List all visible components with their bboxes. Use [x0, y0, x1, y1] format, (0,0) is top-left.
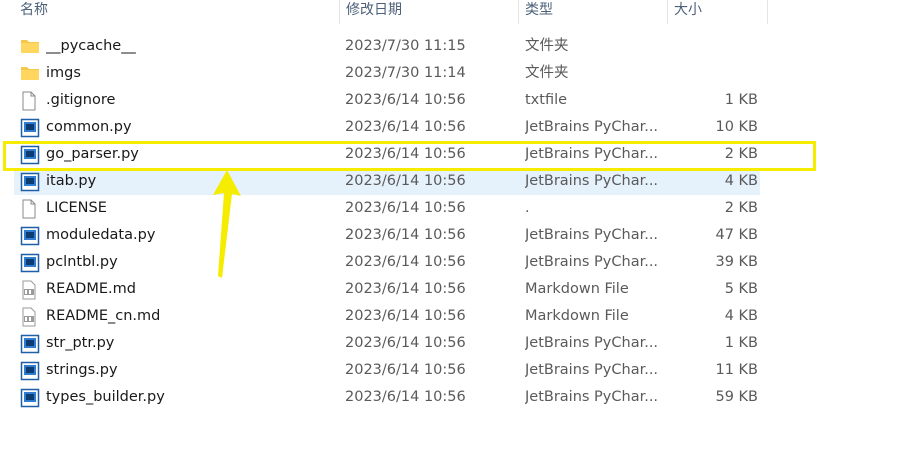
file-row[interactable]: common.py 2023/6/14 10:56 JetBrains PyChar…	[0, 114, 914, 141]
pycharm-file-icon	[20, 249, 42, 276]
file-type: JetBrains PyChar...	[525, 173, 659, 189]
file-date-modified: 2023/6/14 10:56	[345, 227, 466, 243]
file-type: 文件夹	[525, 38, 569, 54]
file-row[interactable]: README.md 2023/6/14 10:56 Markdown File 5 K…	[0, 276, 914, 303]
file-row[interactable]: itab.py 2023/6/14 10:56 JetBrains PyChar..…	[0, 168, 914, 195]
file-row[interactable]: str_ptr.py 2023/6/14 10:56 JetBrains PyCha…	[0, 330, 914, 357]
pycharm-file-icon	[20, 141, 42, 168]
annotation-arrow	[213, 170, 241, 278]
file-type: JetBrains PyChar...	[525, 146, 659, 162]
pycharm-file-icon	[20, 384, 42, 411]
file-name[interactable]: types_builder.py	[46, 384, 336, 411]
file-date-modified: 2023/6/14 10:56	[345, 362, 466, 378]
file-name[interactable]: README.md	[46, 276, 336, 303]
file-date-modified: 2023/6/14 10:56	[345, 254, 466, 270]
file-name[interactable]: strings.py	[46, 357, 336, 384]
file-row[interactable]: __pycache__ 2023/7/30 11:15 文件夹	[0, 33, 914, 60]
file-size: 2 KB	[724, 146, 758, 162]
markdown-file-icon	[20, 276, 42, 303]
file-name[interactable]: __pycache__	[46, 33, 336, 60]
file-size	[668, 60, 758, 87]
file-row[interactable]: moduledata.py 2023/6/14 10:56 JetBrains Py…	[0, 222, 914, 249]
markdown-file-icon	[20, 303, 42, 330]
file-date-modified: 2023/6/14 10:56	[345, 173, 466, 189]
pycharm-file-icon	[20, 330, 42, 357]
file-size: 1 KB	[724, 335, 758, 351]
file-type: JetBrains PyChar...	[525, 362, 659, 378]
file-name[interactable]: LICENSE	[46, 195, 336, 222]
file-size: 10 KB	[715, 119, 758, 135]
file-type: JetBrains PyChar...	[525, 119, 659, 135]
file-name[interactable]: itab.py	[46, 168, 336, 195]
file-row[interactable]: strings.py 2023/6/14 10:56 JetBrains PyCha…	[0, 357, 914, 384]
file-row[interactable]: LICENSE 2023/6/14 10:56. 2 KB	[0, 195, 914, 222]
file-type: .	[525, 200, 530, 216]
file-name[interactable]: pclntbl.py	[46, 249, 336, 276]
file-icon	[20, 195, 42, 222]
file-explorer: 名称 修改日期 类型 大小 __pycache__ 2023/7/30 11:15…	[0, 0, 914, 461]
file-name[interactable]: str_ptr.py	[46, 330, 336, 357]
file-icon	[20, 87, 42, 114]
file-date-modified: 2023/6/14 10:56	[345, 92, 466, 108]
file-type: JetBrains PyChar...	[525, 389, 659, 405]
file-date-modified: 2023/6/14 10:56	[345, 389, 466, 405]
file-size: 39 KB	[715, 254, 758, 270]
pycharm-file-icon	[20, 168, 42, 195]
file-name[interactable]: .gitignore	[46, 87, 336, 114]
file-name[interactable]: moduledata.py	[46, 222, 336, 249]
file-row[interactable]: pclntbl.py 2023/6/14 10:56 JetBrains PyCha…	[0, 249, 914, 276]
file-size: 47 KB	[715, 227, 758, 243]
file-row[interactable]: .gitignore 2023/6/14 10:56 txtfile 1 KB	[0, 87, 914, 114]
file-row[interactable]: types_builder.py 2023/6/14 10:56 JetBrains…	[0, 384, 914, 411]
folder-icon	[20, 60, 42, 87]
folder-icon	[20, 33, 42, 60]
file-size: 5 KB	[724, 281, 758, 297]
file-row[interactable]: README_cn.md 2023/6/14 10:56 Markdown File…	[0, 303, 914, 330]
file-date-modified: 2023/6/14 10:56	[345, 281, 466, 297]
file-type: txtfile	[525, 92, 568, 108]
file-size: 4 KB	[724, 308, 758, 324]
file-name[interactable]: imgs	[46, 60, 336, 87]
file-name[interactable]: common.py	[46, 114, 336, 141]
column-header-type[interactable]: 类型	[519, 0, 668, 24]
file-date-modified: 2023/6/14 10:56	[345, 146, 466, 162]
file-size: 11 KB	[715, 362, 758, 378]
file-type: JetBrains PyChar...	[525, 254, 659, 270]
column-header-date-modified[interactable]: 修改日期	[340, 0, 519, 24]
column-header-size[interactable]: 大小	[668, 0, 768, 24]
file-type: 文件夹	[525, 65, 569, 81]
file-date-modified: 2023/6/14 10:56	[345, 335, 466, 351]
file-size	[668, 33, 758, 60]
pycharm-file-icon	[20, 222, 42, 249]
file-date-modified: 2023/7/30 11:14	[345, 65, 466, 81]
file-date-modified: 2023/7/30 11:15	[345, 38, 466, 54]
file-name[interactable]: README_cn.md	[46, 303, 336, 330]
file-row[interactable]: imgs 2023/7/30 11:14 文件夹	[0, 60, 914, 87]
column-header-name[interactable]: 名称	[14, 0, 340, 24]
file-date-modified: 2023/6/14 10:56	[345, 200, 466, 216]
pycharm-file-icon	[20, 357, 42, 384]
file-size: 2 KB	[724, 200, 758, 216]
file-type: JetBrains PyChar...	[525, 227, 659, 243]
file-size: 1 KB	[724, 92, 758, 108]
file-size: 4 KB	[724, 173, 758, 189]
file-type: Markdown File	[525, 281, 629, 297]
column-header: 名称 修改日期 类型 大小	[0, 0, 914, 24]
pycharm-file-icon	[20, 114, 42, 141]
file-row[interactable]: go_parser.py 2023/6/14 10:56 JetBrains PyC…	[0, 141, 914, 168]
file-date-modified: 2023/6/14 10:56	[345, 119, 466, 135]
file-name[interactable]: go_parser.py	[46, 141, 336, 168]
file-date-modified: 2023/6/14 10:56	[345, 308, 466, 324]
file-list: __pycache__ 2023/7/30 11:15 文件夹 imgs 2023/7/…	[0, 33, 914, 411]
file-type: JetBrains PyChar...	[525, 335, 659, 351]
file-size: 59 KB	[715, 389, 758, 405]
file-type: Markdown File	[525, 308, 629, 324]
